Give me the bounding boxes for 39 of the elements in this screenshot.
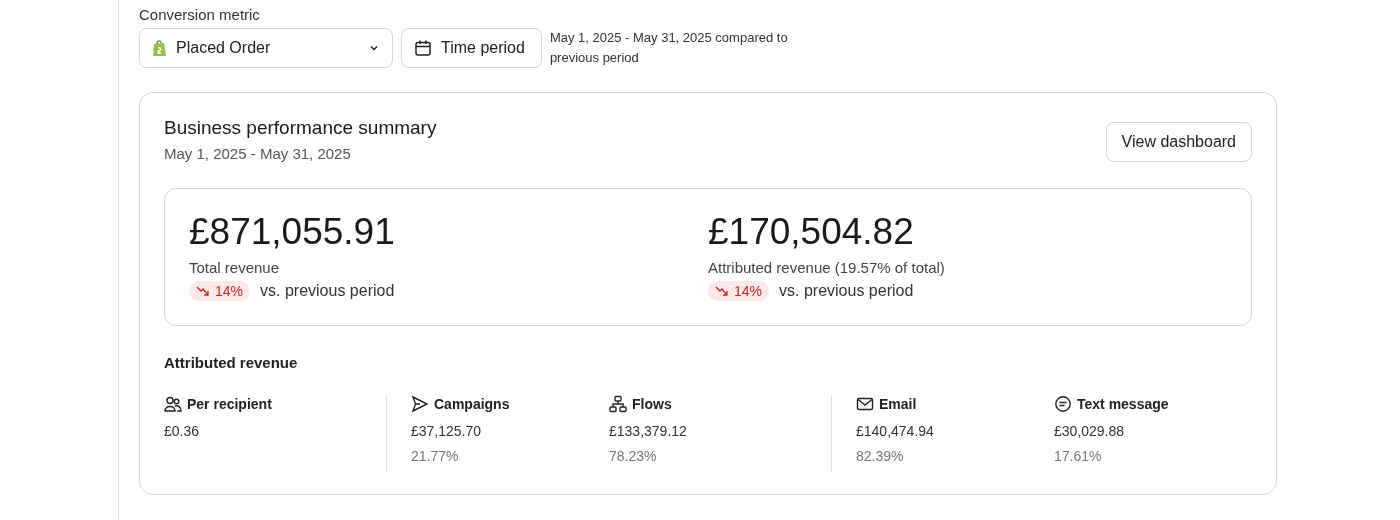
metric-label: Campaigns	[434, 396, 510, 412]
send-icon	[411, 395, 429, 413]
flow-icon	[609, 395, 627, 413]
metric-value: £37,125.70	[411, 423, 483, 439]
trend-down-icon	[715, 285, 729, 297]
time-period-button[interactable]: Time period	[401, 28, 542, 68]
people-icon	[164, 395, 182, 413]
metric-label: Flows	[632, 396, 672, 412]
revenue-label: Attributed revenue (19.57% of total)	[708, 259, 946, 276]
field-label: Conversion metric	[139, 6, 261, 23]
shopping-bag-icon	[152, 39, 168, 57]
comparison-text: vs. previous period	[779, 282, 914, 300]
date-range-note: May 1, 2025 - May 31, 2025 compared to previous period	[549, 29, 789, 67]
view-dashboard-button[interactable]: View dashboard	[1105, 122, 1252, 162]
metric-label: Text message	[1077, 396, 1169, 412]
metric-value: £30,029.88	[1054, 423, 1126, 439]
change-badge: 14%	[708, 281, 770, 301]
metric-dropdown[interactable]: Placed Order	[139, 28, 393, 68]
revenue-label: Total revenue	[189, 259, 281, 276]
metric-share: 78.23%	[609, 448, 658, 464]
metric-share: 21.77%	[411, 448, 460, 464]
chat-icon	[1054, 395, 1072, 413]
mail-icon	[856, 395, 874, 413]
calendar-icon	[414, 39, 432, 57]
comparison-text: vs. previous period	[260, 282, 395, 300]
date-range: May 1, 2025 - May 31, 2025	[164, 145, 352, 162]
metric-value: £140,474.94	[856, 423, 935, 439]
card-title: Business performance summary	[164, 117, 437, 139]
change-badge: 14%	[189, 281, 251, 301]
revenue-value: £170,504.82	[708, 211, 915, 253]
metric-share: 17.61%	[1054, 448, 1103, 464]
trend-down-icon	[196, 285, 210, 297]
metric-label: Per recipient	[187, 396, 272, 412]
metric-value: £0.36	[164, 423, 201, 439]
section-title: Attributed revenue	[164, 354, 299, 371]
revenue-value: £871,055.91	[189, 211, 396, 253]
metric-label: Email	[879, 396, 917, 412]
metric-value: £133,379.12	[609, 423, 688, 439]
metric-share: 82.39%	[856, 448, 905, 464]
